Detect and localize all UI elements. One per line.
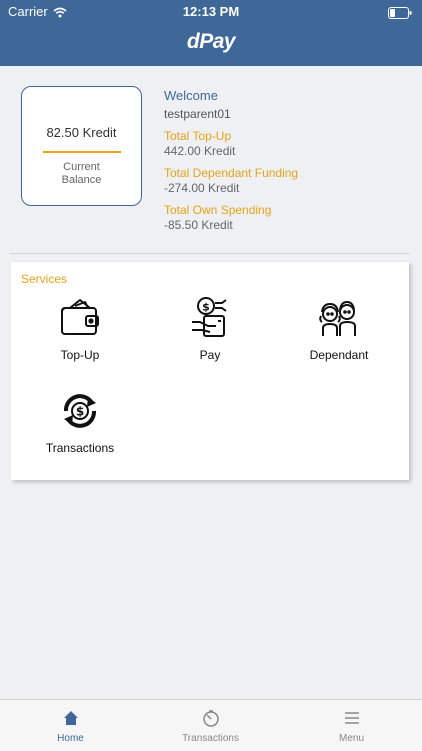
service-pay-label: Pay bbox=[199, 348, 221, 362]
service-pay[interactable]: $ Pay bbox=[150, 296, 270, 362]
account-summary: Welcome testparent01 Total Top-Up 442.00… bbox=[164, 88, 414, 233]
balance-label: Current Balance bbox=[22, 161, 141, 187]
tab-bar: Home Transactions Menu bbox=[0, 699, 422, 751]
section-divider bbox=[10, 253, 410, 254]
clock: 12:13 PM bbox=[182, 4, 240, 19]
tab-menu-label: Menu bbox=[338, 733, 364, 744]
menu-icon bbox=[281, 709, 422, 727]
service-topup-label: Top-Up bbox=[60, 348, 100, 362]
balance-label-line1: Current bbox=[63, 161, 100, 173]
children-icon bbox=[279, 296, 399, 340]
service-transactions[interactable]: $ Transactions bbox=[20, 389, 140, 455]
services-panel: Services Top-Up $ Pay Dependant $ Transa… bbox=[11, 262, 409, 480]
svg-text:$: $ bbox=[76, 405, 84, 419]
total-topup-label: Total Top-Up bbox=[164, 129, 232, 143]
service-dependant[interactable]: Dependant bbox=[279, 296, 399, 362]
dependant-funding-value: -274.00 Kredit bbox=[164, 181, 240, 195]
pay-icon: $ bbox=[150, 296, 270, 340]
balance-label-line2: Balance bbox=[61, 174, 102, 186]
battery-icon bbox=[388, 7, 412, 22]
dependant-funding-label: Total Dependant Funding bbox=[164, 166, 299, 180]
tab-menu[interactable]: Menu bbox=[281, 700, 422, 751]
balance-card: 82.50 Kredit Current Balance bbox=[21, 86, 142, 206]
app-logo: dPay bbox=[186, 30, 236, 53]
tab-transactions-label: Transactions bbox=[182, 733, 239, 744]
app-header: Carrier 12:13 PM dPay bbox=[0, 0, 422, 66]
transactions-icon: $ bbox=[20, 389, 140, 433]
wallet-icon bbox=[20, 296, 140, 340]
service-dependant-label: Dependant bbox=[309, 348, 369, 362]
username: testparent01 bbox=[164, 107, 231, 121]
status-bar: Carrier 12:13 PM bbox=[0, 4, 422, 22]
service-transactions-label: Transactions bbox=[45, 441, 115, 455]
own-spending-label: Total Own Spending bbox=[164, 203, 272, 217]
own-spending-value: -85.50 Kredit bbox=[164, 218, 233, 232]
service-topup[interactable]: Top-Up bbox=[20, 296, 140, 362]
services-title: Services bbox=[21, 272, 68, 286]
home-icon bbox=[0, 709, 141, 727]
welcome-heading: Welcome bbox=[164, 88, 218, 103]
balance-amount: 82.50 Kredit bbox=[46, 125, 117, 140]
tab-home-label: Home bbox=[57, 733, 84, 744]
timer-icon bbox=[140, 709, 281, 727]
svg-text:$: $ bbox=[202, 301, 210, 314]
tab-transactions[interactable]: Transactions bbox=[140, 700, 281, 751]
balance-underline bbox=[43, 151, 121, 153]
tab-home[interactable]: Home bbox=[0, 700, 141, 751]
total-topup-value: 442.00 Kredit bbox=[164, 144, 236, 158]
